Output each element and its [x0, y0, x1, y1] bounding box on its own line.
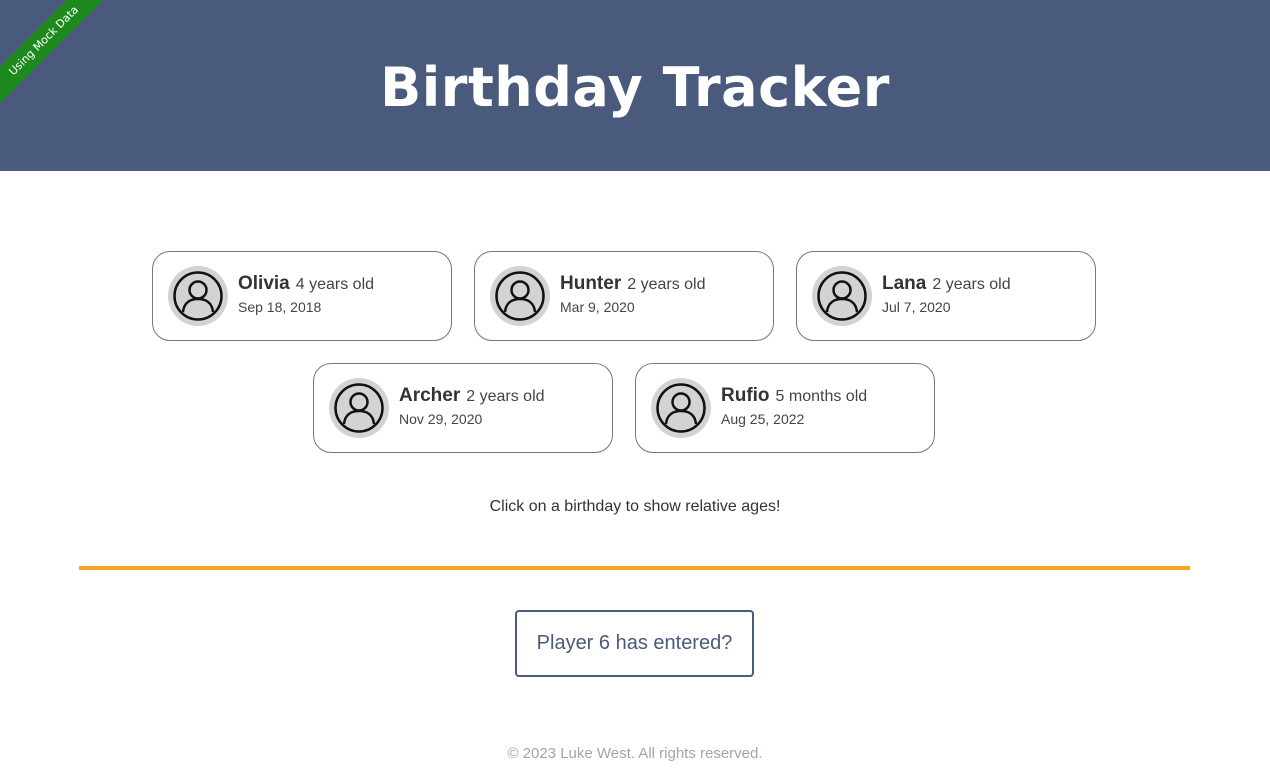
birthday-date: Mar 9, 2020 — [560, 299, 635, 315]
birthday-name-row: Lana 2 years old — [882, 272, 1011, 297]
birthday-card[interactable]: Lana 2 years old Jul 7, 2020 — [796, 251, 1096, 341]
birthday-name-row: Rufio 5 months old — [721, 384, 867, 409]
birthday-age: 5 months old — [775, 388, 868, 405]
user-avatar-icon — [490, 266, 550, 326]
birthday-card[interactable]: Archer 2 years old Nov 29, 2020 — [313, 363, 613, 453]
birthday-name-row: Hunter 2 years old — [560, 272, 706, 297]
birthday-date: Sep 18, 2018 — [238, 299, 322, 315]
birthday-name: Rufio — [721, 385, 770, 406]
birthday-card[interactable]: Hunter 2 years old Mar 9, 2020 — [474, 251, 774, 341]
birthday-card[interactable]: Olivia 4 years old Sep 18, 2018 — [152, 251, 452, 341]
user-avatar-icon — [168, 266, 228, 326]
birthday-age: 2 years old — [627, 276, 706, 293]
user-avatar-icon — [329, 378, 389, 438]
birthday-name: Olivia — [238, 273, 290, 294]
divider — [79, 566, 1190, 570]
page-title: Birthday Tracker — [380, 56, 890, 119]
birthday-date: Jul 7, 2020 — [882, 299, 951, 315]
birthday-name: Hunter — [560, 273, 622, 294]
player-six-button[interactable]: Player 6 has entered? — [515, 610, 754, 677]
birthday-age: 2 years old — [932, 276, 1011, 293]
user-avatar-icon — [812, 266, 872, 326]
header: Using Mock Data Birthday Tracker — [0, 0, 1270, 171]
copyright-footer: © 2023 Luke West. All rights reserved. — [507, 745, 763, 762]
birthday-age: 2 years old — [466, 388, 545, 405]
birthday-date: Aug 25, 2022 — [721, 411, 805, 427]
relative-ages-hint: Click on a birthday to show relative age… — [489, 498, 781, 515]
birthday-name: Lana — [882, 273, 927, 294]
birthday-name-row: Olivia 4 years old — [238, 272, 374, 297]
birthday-name-row: Archer 2 years old — [399, 384, 545, 409]
birthday-age: 4 years old — [295, 276, 375, 293]
birthday-card[interactable]: Rufio 5 months old Aug 25, 2022 — [635, 363, 935, 453]
user-avatar-icon — [651, 378, 711, 438]
birthday-date: Nov 29, 2020 — [399, 411, 483, 427]
birthday-name: Archer — [399, 385, 461, 406]
